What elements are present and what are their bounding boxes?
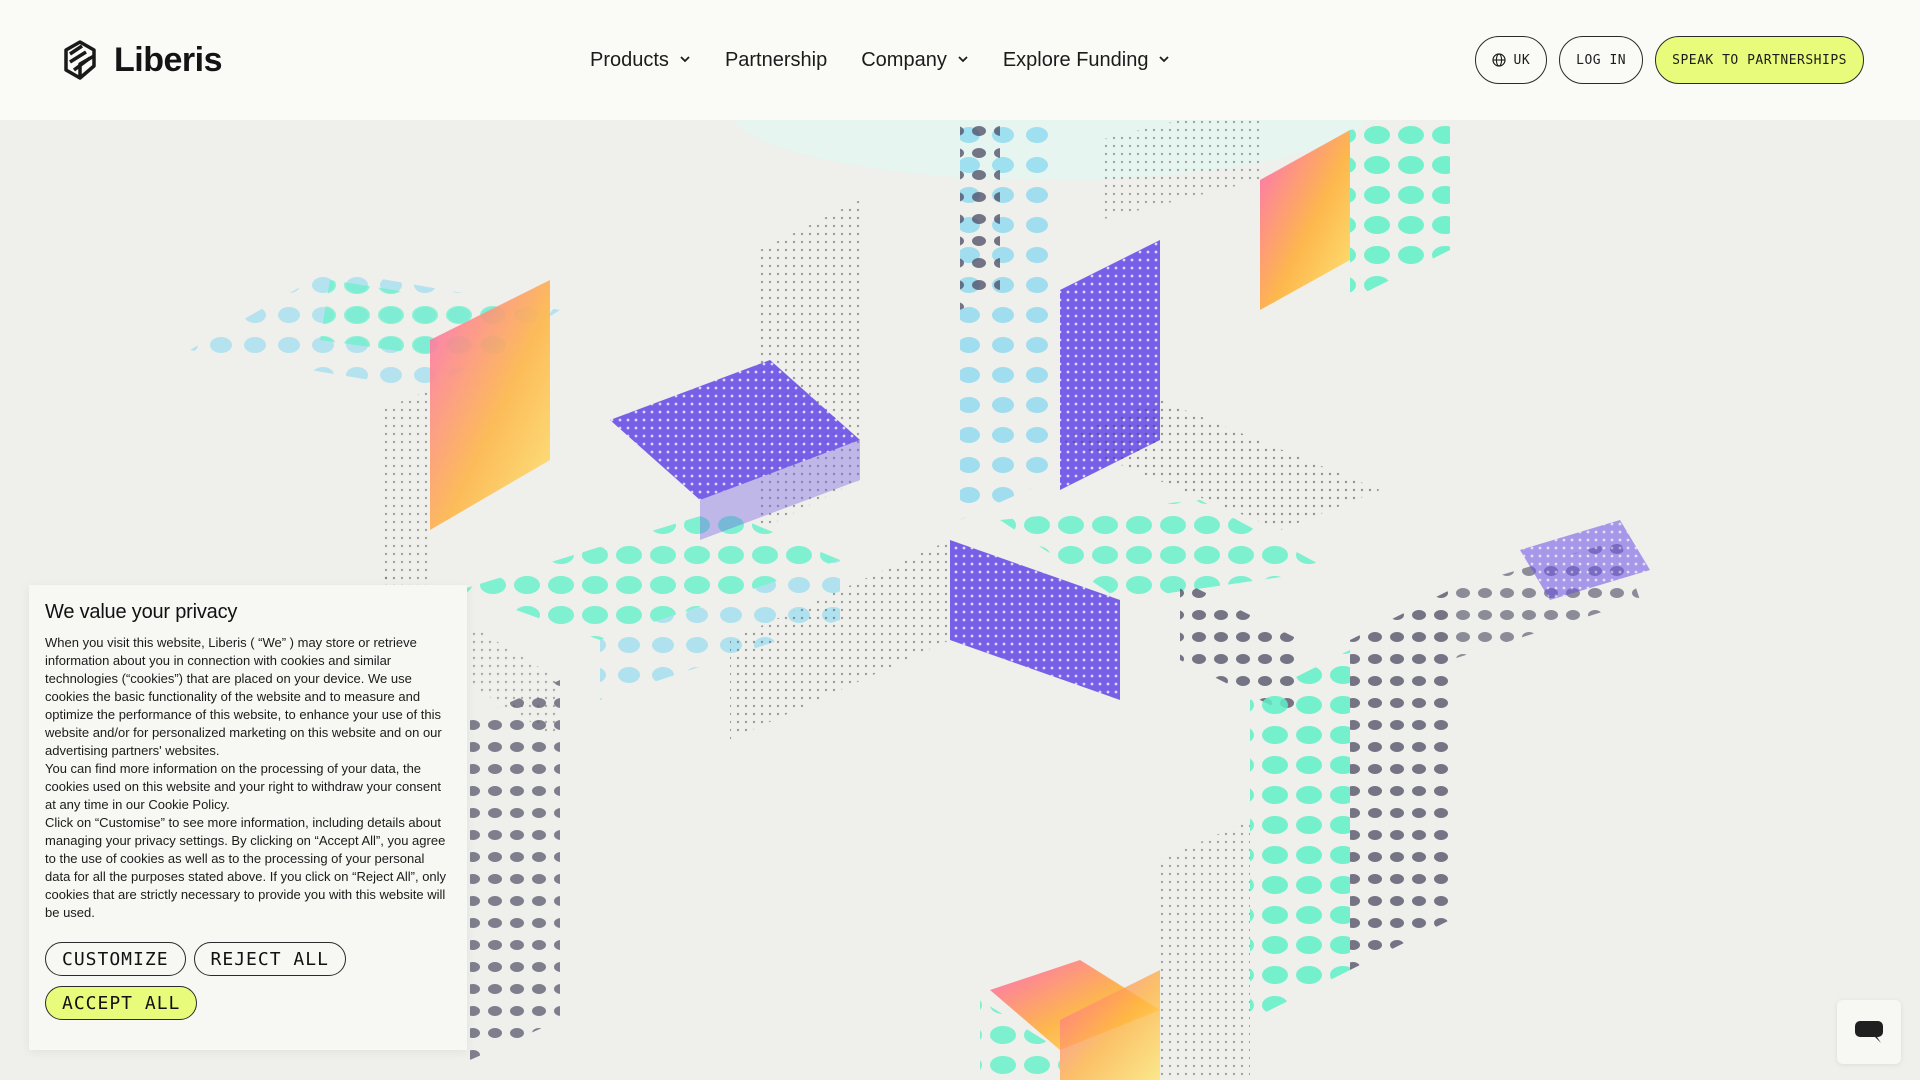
accept-all-button[interactable]: ACCEPT ALL xyxy=(45,986,198,1020)
header-actions: UK LOG IN SPEAK TO PARTNERSHIPS xyxy=(1474,36,1864,84)
chevron-down-icon xyxy=(680,56,690,63)
cookie-banner-actions: CUSTOMIZE REJECT ALL ACCEPT ALL xyxy=(45,942,375,1020)
login-button[interactable]: LOG IN xyxy=(1559,36,1644,84)
nav-item-partnership[interactable]: Partnership xyxy=(725,49,827,72)
cookie-banner-title: We value your privacy xyxy=(45,601,238,623)
nav-item-explore-funding[interactable]: Explore Funding xyxy=(1003,49,1171,72)
chevron-down-icon xyxy=(958,56,968,63)
cookie-paragraph: You can find more information on the pro… xyxy=(45,761,441,812)
customize-button[interactable]: CUSTOMIZE xyxy=(45,942,186,976)
chat-bubble-icon xyxy=(1855,1021,1883,1043)
nav-item-label: Explore Funding xyxy=(1002,48,1149,71)
speak-to-partnerships-button[interactable]: SPEAK TO PARTNERSHIPS xyxy=(1655,36,1864,84)
nav-item-company[interactable]: Company xyxy=(861,49,969,72)
nav-item-products[interactable]: Products xyxy=(590,49,691,72)
brand-logo-link[interactable]: Liberis xyxy=(56,36,222,84)
region-label: UK xyxy=(1513,52,1531,68)
globe-icon xyxy=(1491,53,1506,67)
region-selector-button[interactable]: UK xyxy=(1474,36,1548,84)
nav-item-label: Products xyxy=(590,48,669,71)
main-nav: Products Partnership Company Explore Fun… xyxy=(590,0,1170,120)
cookie-banner-body: When you visit this website, Liberis ( “… xyxy=(45,634,451,922)
reject-all-button[interactable]: REJECT ALL xyxy=(193,942,346,976)
cookie-consent-banner: We value your privacy When you visit thi… xyxy=(29,585,467,1050)
liberis-logo-icon xyxy=(64,40,96,80)
nav-item-label: Partnership xyxy=(724,48,828,71)
cookie-paragraph: Click on “Customise” to see more informa… xyxy=(45,815,447,920)
site-header: Liberis Products Partnership Company Exp… xyxy=(0,0,1920,120)
cookie-paragraph: When you visit this website, Liberis ( “… xyxy=(45,635,442,758)
chat-widget-button[interactable] xyxy=(1837,1000,1901,1064)
chevron-down-icon xyxy=(1159,56,1170,63)
brand-name: Liberis xyxy=(114,40,222,79)
nav-item-label: Company xyxy=(861,48,947,71)
